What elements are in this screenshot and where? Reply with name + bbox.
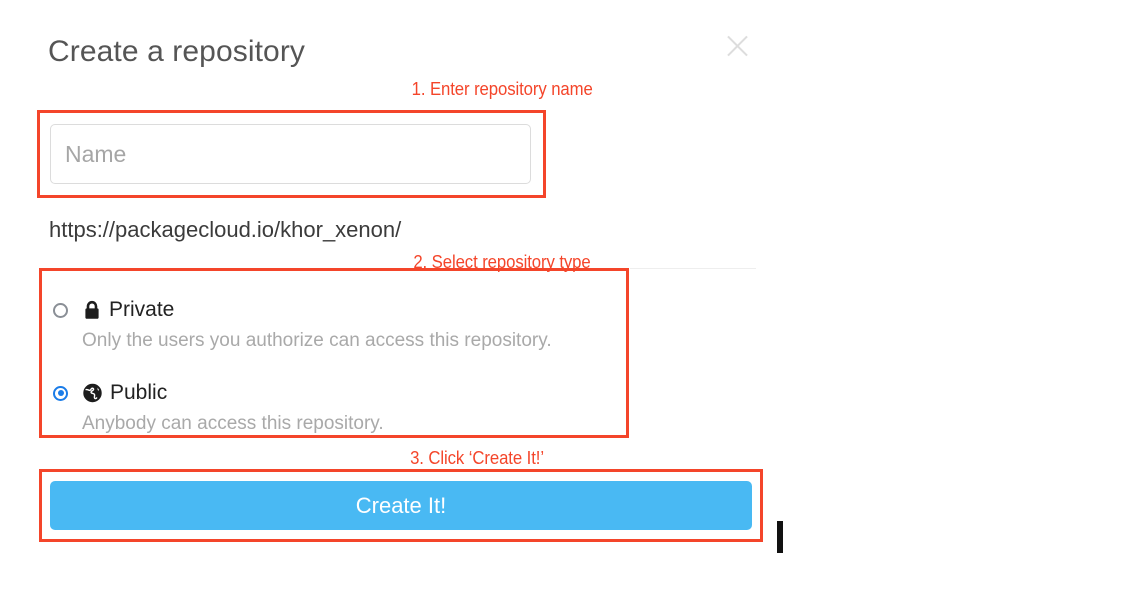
annotation-step-1: 1. Enter repository name (411, 79, 593, 99)
section-divider (630, 268, 756, 269)
repository-url-preview: https://packagecloud.io/khor_xenon/ (49, 217, 402, 242)
radio-label-public: Public (110, 381, 168, 404)
radio-option-public[interactable]: Public (53, 380, 167, 406)
page-title: Create a repository (48, 35, 306, 68)
annotation-step-3: 3. Click ‘Create It!’ (410, 448, 544, 468)
create-repository-button[interactable]: Create It! (50, 481, 752, 530)
close-icon[interactable] (719, 27, 756, 64)
radio-description-private: Only the users you authorize can access … (82, 330, 552, 351)
radio-label-private: Private (109, 298, 175, 321)
globe-icon (83, 383, 102, 403)
repository-name-input[interactable] (50, 124, 531, 184)
lock-icon (83, 300, 101, 320)
radio-description-public: Anybody can access this repository. (82, 413, 384, 434)
radio-option-private[interactable]: Private (53, 297, 174, 323)
radio-mark-public[interactable] (53, 385, 68, 401)
radio-mark-private[interactable] (53, 302, 68, 318)
text-cursor (777, 521, 783, 553)
create-repository-dialog: Create a repository 1. Enter repository … (0, 0, 1142, 602)
